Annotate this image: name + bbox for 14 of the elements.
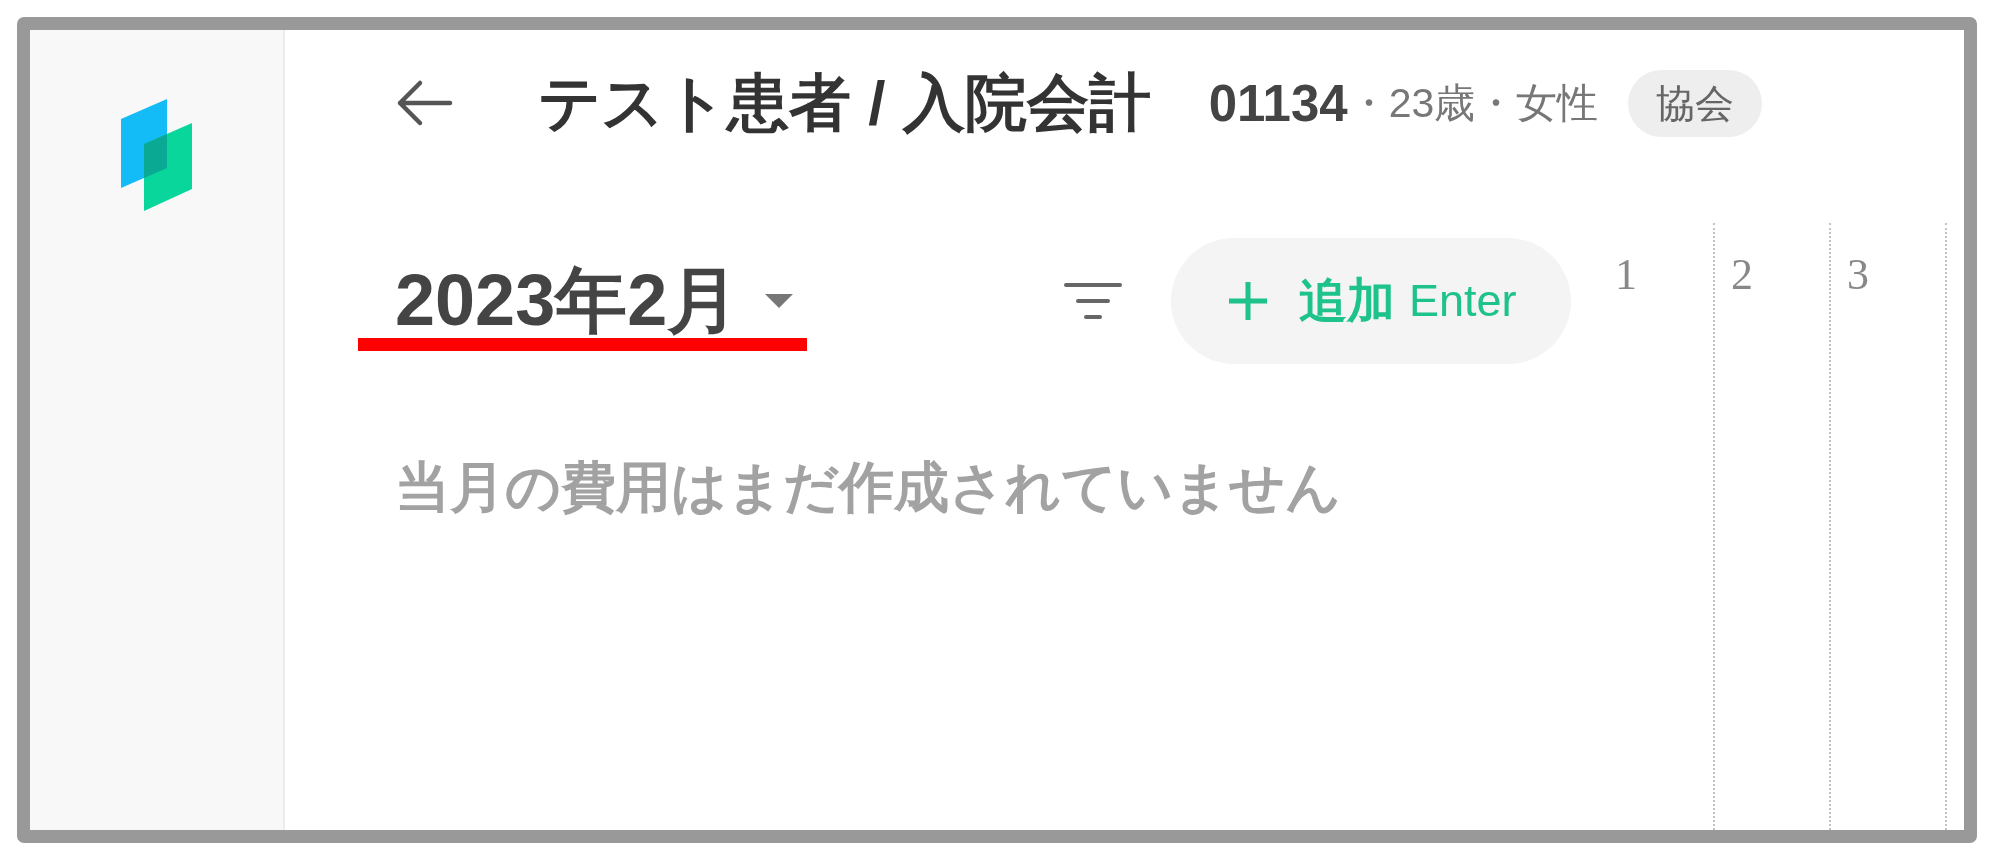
back-arrow-icon[interactable] (395, 79, 453, 127)
day-number: 3 (1847, 253, 1869, 297)
day-number: 2 (1731, 253, 1753, 297)
plus-icon (1227, 280, 1269, 322)
filter-icon[interactable] (1064, 282, 1122, 320)
app-logo-icon (120, 98, 193, 212)
empty-message: 当月の費用はまだ作成されていません (395, 455, 1341, 520)
month-picker[interactable]: 2023年2月 (395, 263, 794, 339)
day-number: 1 (1615, 253, 1637, 297)
page-title: テスト患者 / 入院会計 (538, 67, 1151, 139)
insurance-badge: 協会 (1628, 69, 1763, 137)
caret-icon (765, 294, 794, 308)
patient-id: 01134 (1208, 73, 1348, 133)
patient-details: ・23歳・女性 (1347, 78, 1599, 128)
